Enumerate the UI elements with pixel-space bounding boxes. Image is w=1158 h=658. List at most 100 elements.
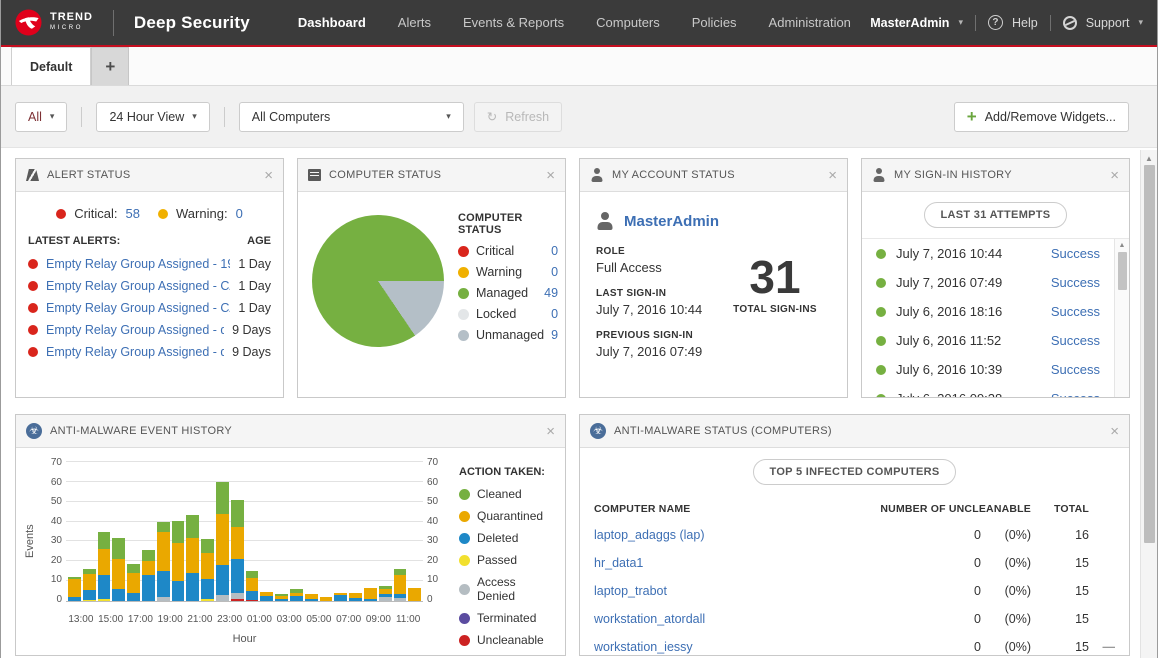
computer-name-link[interactable]: laptop_adaggs (lap) — [594, 528, 921, 542]
add-tab-button[interactable]: + — [91, 47, 129, 85]
signin-result-link[interactable]: Success — [1051, 333, 1100, 348]
scope-filter-dropdown[interactable]: All ▾ — [15, 102, 67, 132]
legend-rows: Cleaned Quarantined Deleted — [459, 487, 553, 647]
computer-status-pie-chart[interactable] — [312, 215, 444, 347]
total-signins-block: 31 TOTAL SIGN-INS — [719, 246, 831, 372]
bar-stack[interactable] — [379, 586, 392, 601]
computer-name-link[interactable]: laptop_trabot — [594, 584, 921, 598]
close-widget-button[interactable]: × — [1110, 424, 1119, 439]
support-menu[interactable]: Support — [1086, 16, 1130, 30]
main-menu-item[interactable]: Dashboard — [298, 15, 366, 30]
warning-count-link[interactable]: 0 — [236, 206, 243, 221]
signin-result-link[interactable]: Success — [1051, 275, 1100, 290]
widget-header[interactable]: MY SIGN-IN HISTORY × — [862, 159, 1129, 192]
scroll-up-icon[interactable]: ▲ — [1119, 239, 1126, 252]
bar-stack[interactable] — [275, 594, 288, 601]
bar-stack[interactable] — [112, 538, 125, 601]
bar-stack[interactable] — [172, 521, 185, 601]
widget-header[interactable]: ☣ ANTI-MALWARE STATUS (COMPUTERS) × — [580, 415, 1129, 448]
scrollbar-thumb[interactable] — [1144, 165, 1155, 543]
bar-stack[interactable] — [408, 588, 421, 601]
last-attempts-button[interactable]: LAST 31 ATTEMPTS — [924, 202, 1068, 228]
legend-value-link[interactable]: 9 — [551, 328, 558, 342]
bar-stack[interactable] — [394, 569, 407, 601]
bar-stack[interactable] — [246, 571, 259, 601]
am-bar-plot[interactable] — [66, 462, 423, 602]
refresh-button[interactable]: ↻ Refresh — [474, 102, 562, 132]
alert-link[interactable]: Empty Relay Group Assigned - dir... — [46, 345, 224, 359]
uncleanable-percent: (0%) — [981, 556, 1031, 570]
tab-default[interactable]: Default — [11, 47, 91, 85]
critical-count-link[interactable]: 58 — [126, 206, 140, 221]
top-infected-computers-button[interactable]: TOP 5 INFECTED COMPUTERS — [753, 459, 957, 485]
alert-list: Empty Relay Group Assigned - 19... 1 Day… — [16, 253, 283, 363]
main-menu-item[interactable]: Computers — [596, 15, 660, 30]
computer-name-link[interactable]: workstation_iessy — [594, 640, 921, 654]
add-remove-widgets-button[interactable]: + Add/Remove Widgets... — [954, 102, 1129, 132]
close-widget-button[interactable]: × — [264, 168, 273, 183]
main-menu-item[interactable]: Policies — [692, 15, 737, 30]
bar-stack[interactable] — [305, 594, 318, 601]
main-menu-item[interactable]: Administration — [769, 15, 851, 30]
column-total[interactable]: TOTAL — [1031, 503, 1089, 515]
close-widget-button[interactable]: × — [546, 168, 555, 183]
bar-stack[interactable] — [216, 482, 229, 601]
widget-header[interactable]: ALERT STATUS × — [16, 159, 283, 192]
bar-stack[interactable] — [320, 597, 333, 601]
bar-stack[interactable] — [83, 569, 96, 601]
computer-name-link[interactable]: workstation_atordall — [594, 612, 921, 626]
page-scrollbar[interactable]: ▲ — [1140, 150, 1157, 658]
bar-segment-quarantined — [68, 579, 81, 597]
legend-value-link[interactable]: 0 — [551, 244, 558, 258]
signin-date: July 6, 2016 11:52 — [896, 333, 1041, 348]
bar-stack[interactable] — [157, 522, 170, 601]
time-range-dropdown[interactable]: 24 Hour View ▾ — [96, 102, 209, 132]
legend-value-link[interactable]: 0 — [551, 265, 558, 279]
scroll-up-icon[interactable]: ▲ — [1145, 150, 1153, 165]
close-widget-button[interactable]: × — [546, 424, 555, 439]
alert-link[interactable]: Empty Relay Group Assigned - CA... — [46, 279, 230, 293]
bar-stack[interactable] — [186, 515, 199, 601]
bar-stack[interactable] — [290, 589, 303, 601]
scrollbar-thumb[interactable] — [1118, 252, 1127, 290]
signin-result-link[interactable]: Success — [1051, 362, 1100, 377]
x-tick-label: 17:00 — [126, 614, 156, 625]
widget-header[interactable]: MY ACCOUNT STATUS × — [580, 159, 847, 192]
x-tick-label: 11:00 — [393, 614, 423, 625]
bar-stack[interactable] — [201, 539, 214, 601]
account-user-link[interactable]: MasterAdmin — [624, 213, 719, 230]
bar-segment-cleaned — [127, 564, 140, 573]
legend-value-link[interactable]: 0 — [551, 307, 558, 321]
widget-header[interactable]: ☣ ANTI-MALWARE EVENT HISTORY × — [16, 415, 565, 448]
widget-header[interactable]: COMPUTER STATUS × — [298, 159, 565, 192]
column-computer-name[interactable]: COMPUTER NAME — [594, 503, 873, 515]
bar-stack[interactable] — [127, 564, 140, 601]
column-uncleanable[interactable]: NUMBER OF UNCLEANABLE — [873, 503, 1031, 515]
help-link[interactable]: Help — [1012, 16, 1038, 30]
close-widget-button[interactable]: × — [1110, 168, 1119, 183]
signin-result-link[interactable]: Success — [1051, 304, 1100, 319]
bar-stack[interactable] — [364, 588, 377, 601]
main-menu-item[interactable]: Events & Reports — [463, 15, 564, 30]
alert-link[interactable]: Empty Relay Group Assigned - 19... — [46, 257, 230, 271]
legend-value-link[interactable]: 49 — [544, 286, 558, 300]
computer-name-link[interactable]: hr_data1 — [594, 556, 921, 570]
user-menu[interactable]: MasterAdmin — [870, 16, 949, 30]
alert-link[interactable]: Empty Relay Group Assigned - CA... — [46, 301, 230, 315]
bar-stack[interactable] — [349, 593, 362, 601]
signin-result-link[interactable]: Success — [1051, 246, 1100, 261]
signin-list-scrollbar[interactable]: ▲ ▼ — [1114, 239, 1129, 398]
main-menu-item[interactable]: Alerts — [398, 15, 431, 30]
signin-result-link[interactable]: Success — [1051, 391, 1100, 398]
bar-stack[interactable] — [334, 593, 347, 601]
close-widget-button[interactable]: × — [828, 168, 837, 183]
bar-stack[interactable] — [68, 577, 81, 601]
alert-link[interactable]: Empty Relay Group Assigned - dir... — [46, 323, 224, 337]
bar-stack[interactable] — [142, 550, 155, 601]
bar-stack[interactable] — [98, 532, 111, 601]
bar-stack[interactable] — [231, 500, 244, 601]
bar-segment-quarantined — [112, 559, 125, 589]
computer-filter-select[interactable]: All Computers ▾ — [239, 102, 464, 132]
y-tick-label: 10 — [427, 574, 453, 585]
bar-stack[interactable] — [260, 592, 273, 601]
